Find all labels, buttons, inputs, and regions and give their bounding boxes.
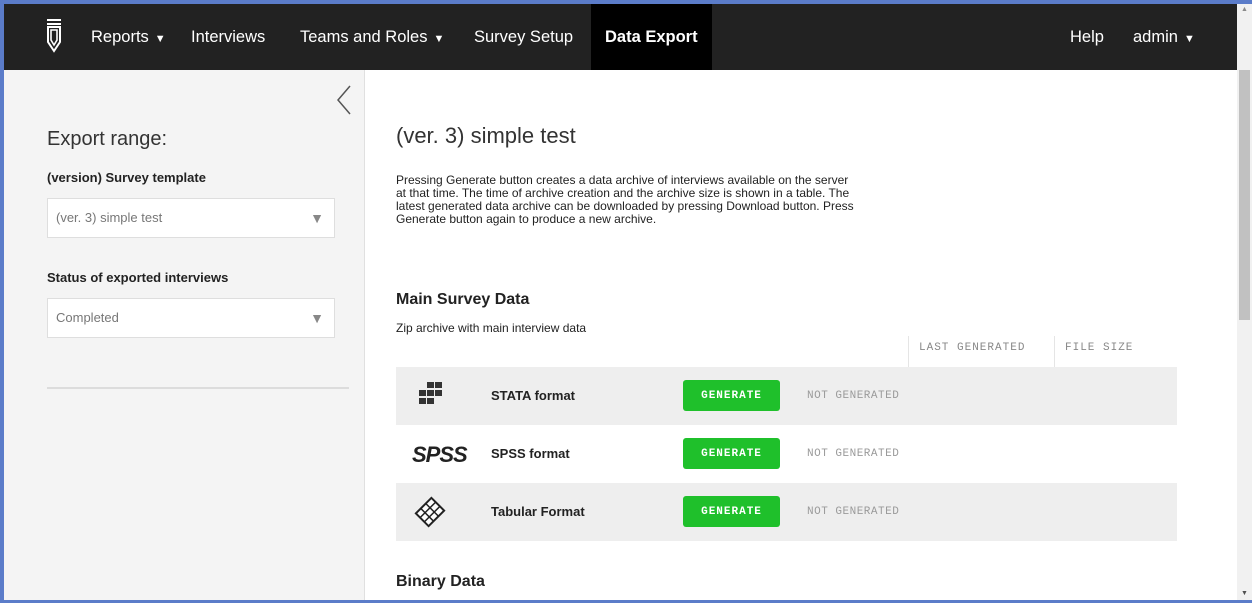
survey-template-select[interactable]: (ver. 3) simple test ▼ <box>47 198 335 238</box>
stata-icon <box>419 382 442 404</box>
interview-status-label: Status of exported interviews <box>47 270 229 285</box>
nav-reports[interactable]: Reports ▼ <box>91 4 166 70</box>
nav-survey-setup[interactable]: Survey Setup <box>474 4 573 70</box>
nav-reports-label: Reports <box>91 28 149 46</box>
main-survey-data-heading: Main Survey Data <box>396 291 530 308</box>
status-badge: NOT GENERATED <box>807 448 900 460</box>
export-row-stata: STATA format GENERATE NOT GENERATED <box>396 367 1177 425</box>
export-row-tabular: Tabular Format GENERATE NOT GENERATED <box>396 483 1177 541</box>
export-description: Pressing Generate button creates a data … <box>396 173 854 226</box>
nav-interviews[interactable]: Interviews <box>191 4 265 70</box>
interview-status-select[interactable]: Completed ▼ <box>47 298 335 338</box>
format-name: SPSS format <box>491 446 570 461</box>
column-header-last-generated: LAST GENERATED <box>908 336 1054 368</box>
status-badge: NOT GENERATED <box>807 390 900 402</box>
dropdown-arrow-icon: ▼ <box>310 310 324 326</box>
scrollbar-thumb[interactable] <box>1239 70 1250 320</box>
generate-stata-button[interactable]: GENERATE <box>683 380 780 411</box>
nav-help-label: Help <box>1070 28 1104 46</box>
nav-data-export-label: Data Export <box>605 28 698 46</box>
main-content: (ver. 3) simple test Pressing Generate b… <box>365 70 1237 600</box>
page-title: (ver. 3) simple test <box>396 123 576 148</box>
scroll-up-arrow-icon[interactable]: ▲ <box>1237 4 1252 16</box>
chevron-down-icon: ▼ <box>154 33 166 45</box>
column-header-file-size: FILE SIZE <box>1054 336 1174 368</box>
top-navbar: Reports ▼ Interviews Teams and Roles ▼ Sur… <box>4 4 1237 70</box>
vertical-scrollbar[interactable]: ▲ ▼ <box>1237 4 1252 600</box>
tabular-icon <box>414 496 446 528</box>
export-range-sidebar: Export range: (version) Survey template … <box>4 70 365 600</box>
nav-data-export[interactable]: Data Export <box>591 4 712 70</box>
status-badge: NOT GENERATED <box>807 506 900 518</box>
generate-spss-button[interactable]: GENERATE <box>683 438 780 469</box>
nav-teams-and-roles[interactable]: Teams and Roles ▼ <box>300 4 444 70</box>
chevron-down-icon: ▼ <box>1183 33 1195 45</box>
nav-interviews-label: Interviews <box>191 28 266 46</box>
nav-survey-setup-label: Survey Setup <box>474 28 574 46</box>
main-survey-data-subtitle: Zip archive with main interview data <box>396 321 587 335</box>
collapse-sidebar-chevron-left-icon[interactable] <box>334 84 354 116</box>
generate-tabular-button[interactable]: GENERATE <box>683 496 780 527</box>
sidebar-divider <box>47 387 349 389</box>
binary-data-heading: Binary Data <box>396 573 485 590</box>
chevron-down-icon: ▼ <box>433 33 445 45</box>
spss-icon: SPSS <box>412 442 468 467</box>
nav-teams-label: Teams and Roles <box>300 28 428 46</box>
format-name: STATA format <box>491 388 576 403</box>
nav-user-menu[interactable]: admin ▼ <box>1133 4 1195 70</box>
app-logo-icon[interactable] <box>44 18 64 54</box>
user-name: admin <box>1133 28 1178 46</box>
interview-status-value: Completed <box>56 310 119 325</box>
nav-help[interactable]: Help <box>1070 4 1104 70</box>
survey-template-label: (version) Survey template <box>47 170 206 185</box>
sidebar-title: Export range: <box>47 128 168 150</box>
export-row-spss: SPSS SPSS format GENERATE NOT GENERATED <box>396 425 1177 483</box>
dropdown-arrow-icon: ▼ <box>310 210 324 226</box>
format-name: Tabular Format <box>491 504 585 519</box>
survey-template-value: (ver. 3) simple test <box>56 210 163 225</box>
scroll-down-arrow-icon[interactable]: ▼ <box>1237 588 1252 600</box>
